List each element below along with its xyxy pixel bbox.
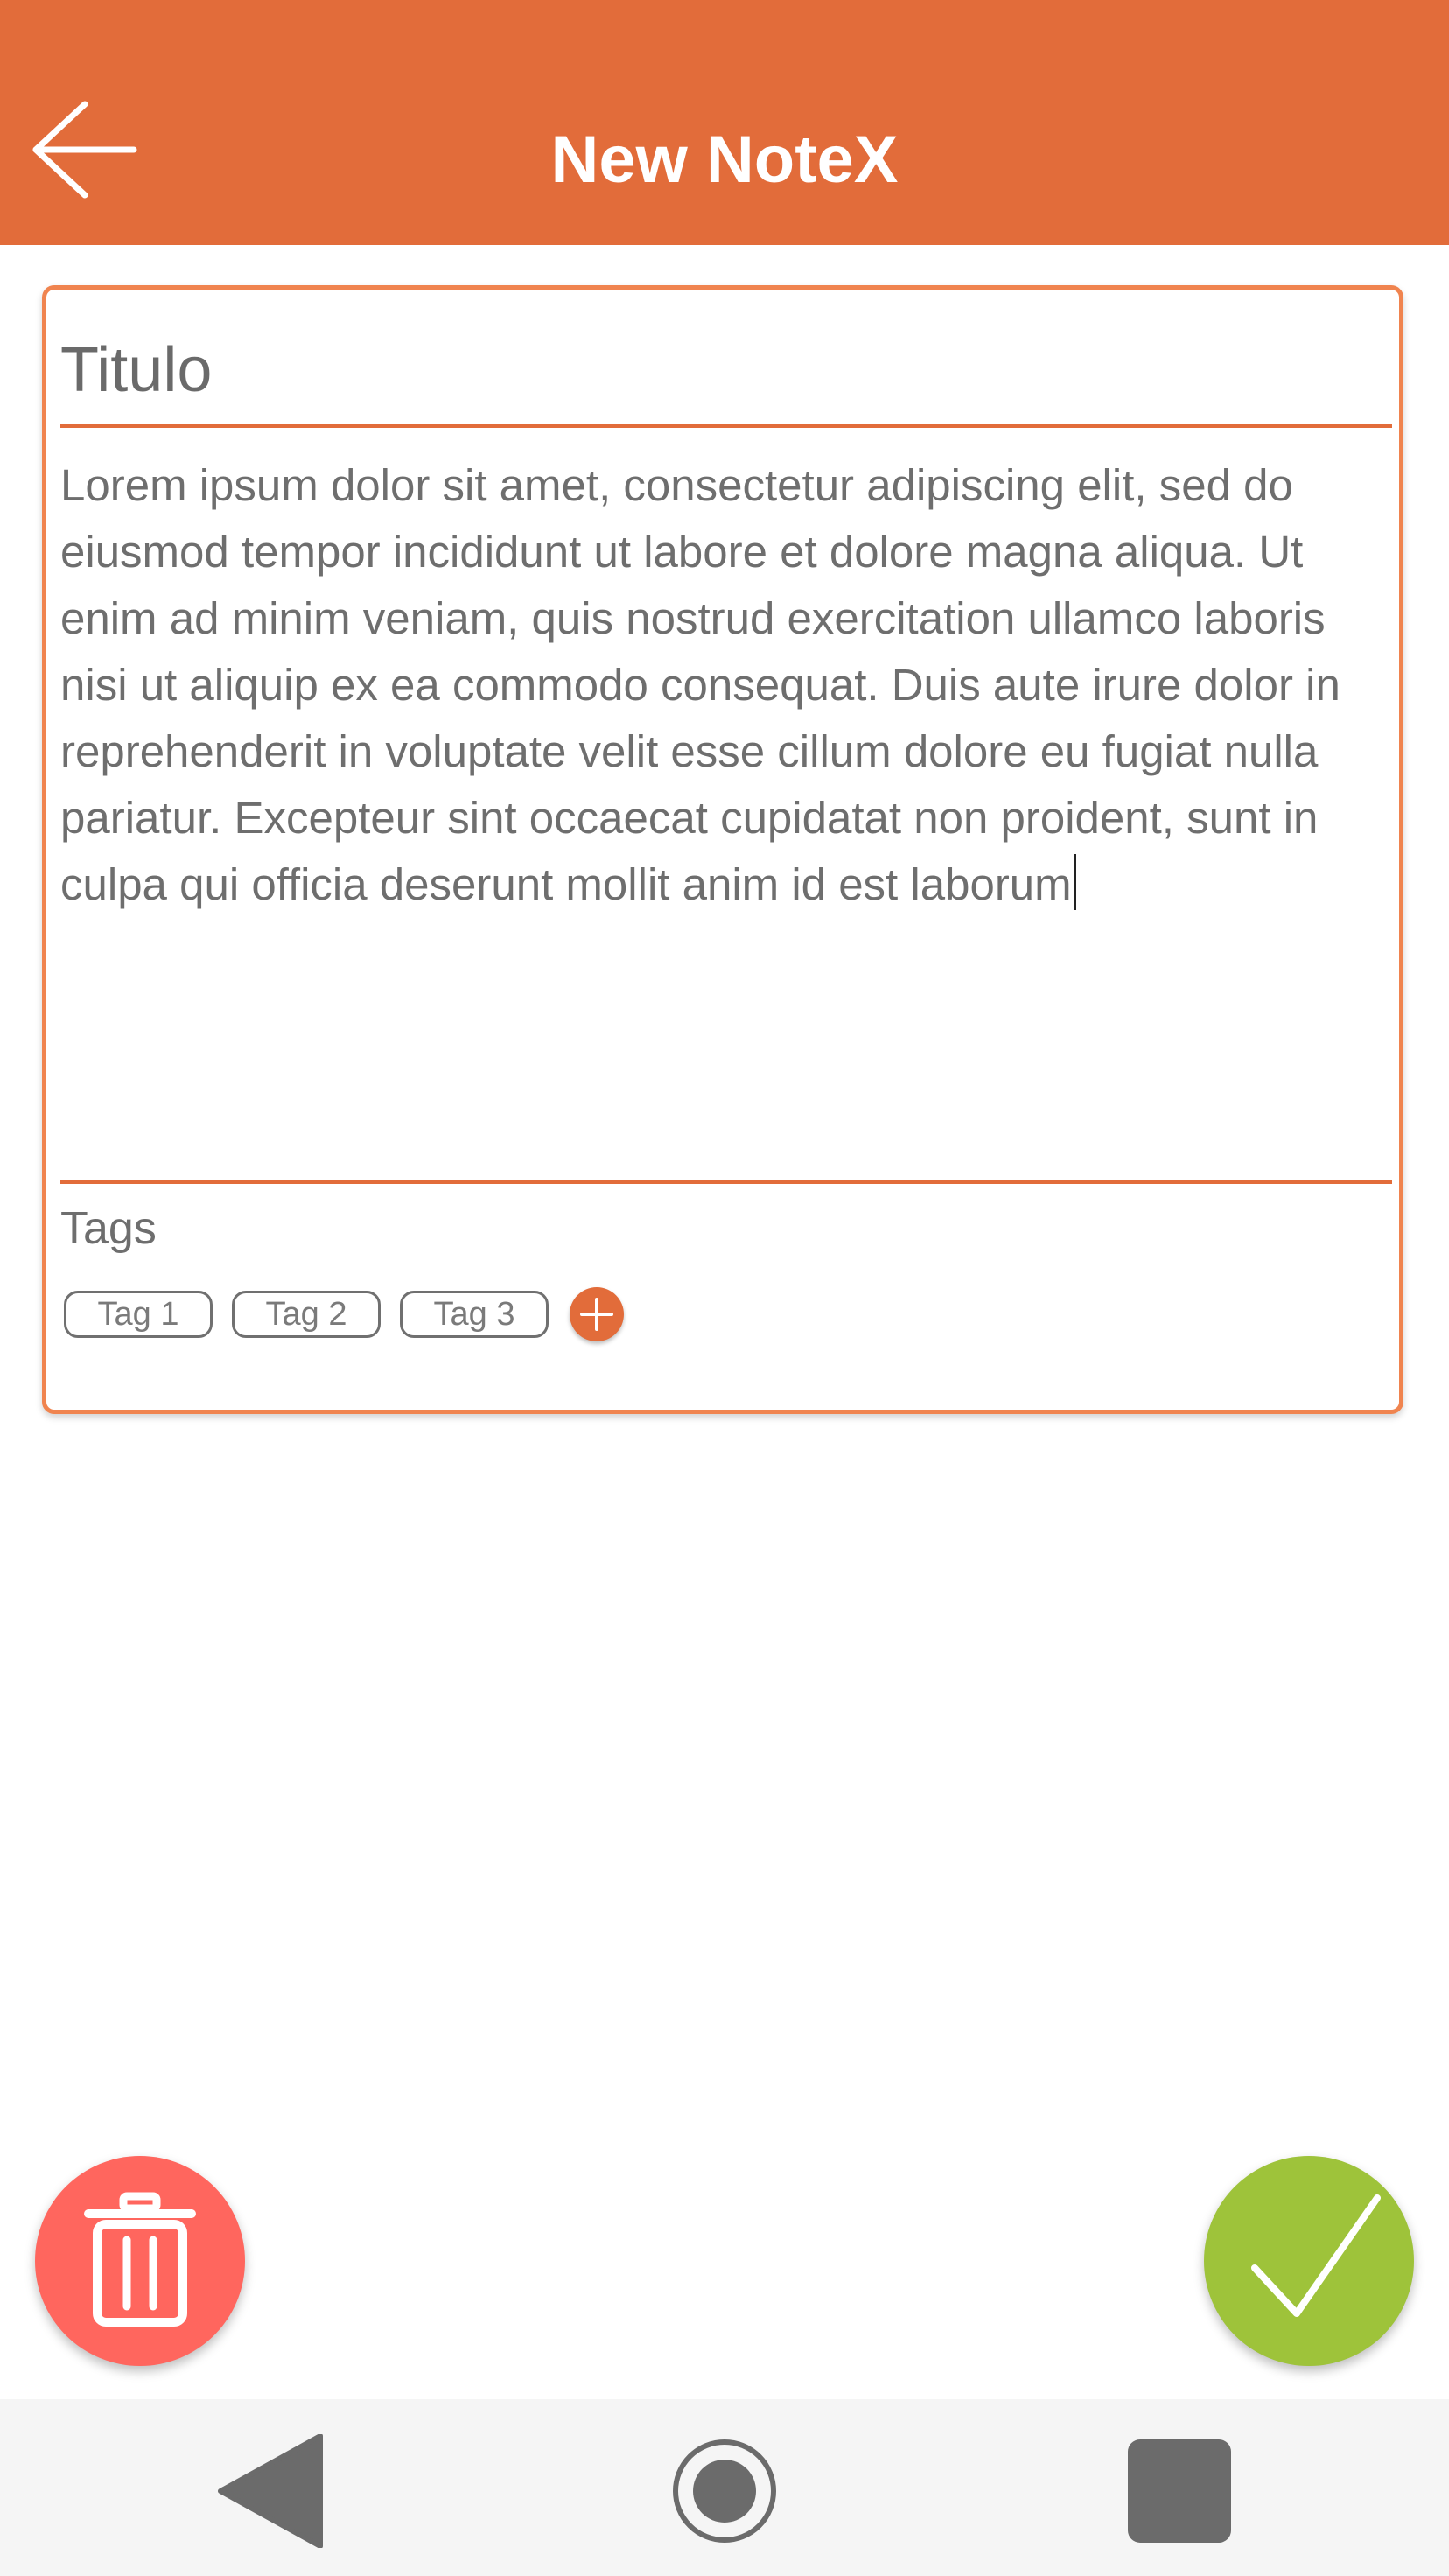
tag-chip[interactable]: Tag 2 [232,1291,381,1338]
plus-icon [580,1298,613,1331]
triangle-back-icon [218,2434,323,2548]
tag-chip[interactable]: Tag 1 [64,1291,213,1338]
page-title: New NoteX [550,122,899,197]
nav-back-button[interactable] [214,2434,327,2548]
delete-button[interactable] [35,2156,245,2366]
note-body-input[interactable]: Lorem ipsum dolor sit amet, consectetur … [60,452,1392,1184]
confirm-button[interactable] [1204,2156,1414,2366]
add-tag-button[interactable] [570,1287,624,1341]
trash-icon [84,2192,196,2327]
tags-list: Tag 1 Tag 2 Tag 3 [64,1285,624,1343]
tag-chip[interactable]: Tag 3 [400,1291,549,1338]
circle-home-icon [673,2440,776,2543]
title-input[interactable] [60,326,1392,428]
text-cursor [1073,854,1076,910]
square-recents-icon [1128,2440,1231,2543]
checkmark-icon [1251,2194,1381,2317]
nav-home-button[interactable] [668,2434,781,2548]
tags-label: Tags [60,1203,157,1254]
note-card: Lorem ipsum dolor sit amet, consectetur … [42,285,1404,1414]
nav-recents-button[interactable] [1123,2434,1236,2548]
navigation-bar [0,2399,1449,2576]
app-bar: New NoteX [0,0,1449,245]
note-body-text: Lorem ipsum dolor sit amet, consectetur … [60,460,1340,909]
